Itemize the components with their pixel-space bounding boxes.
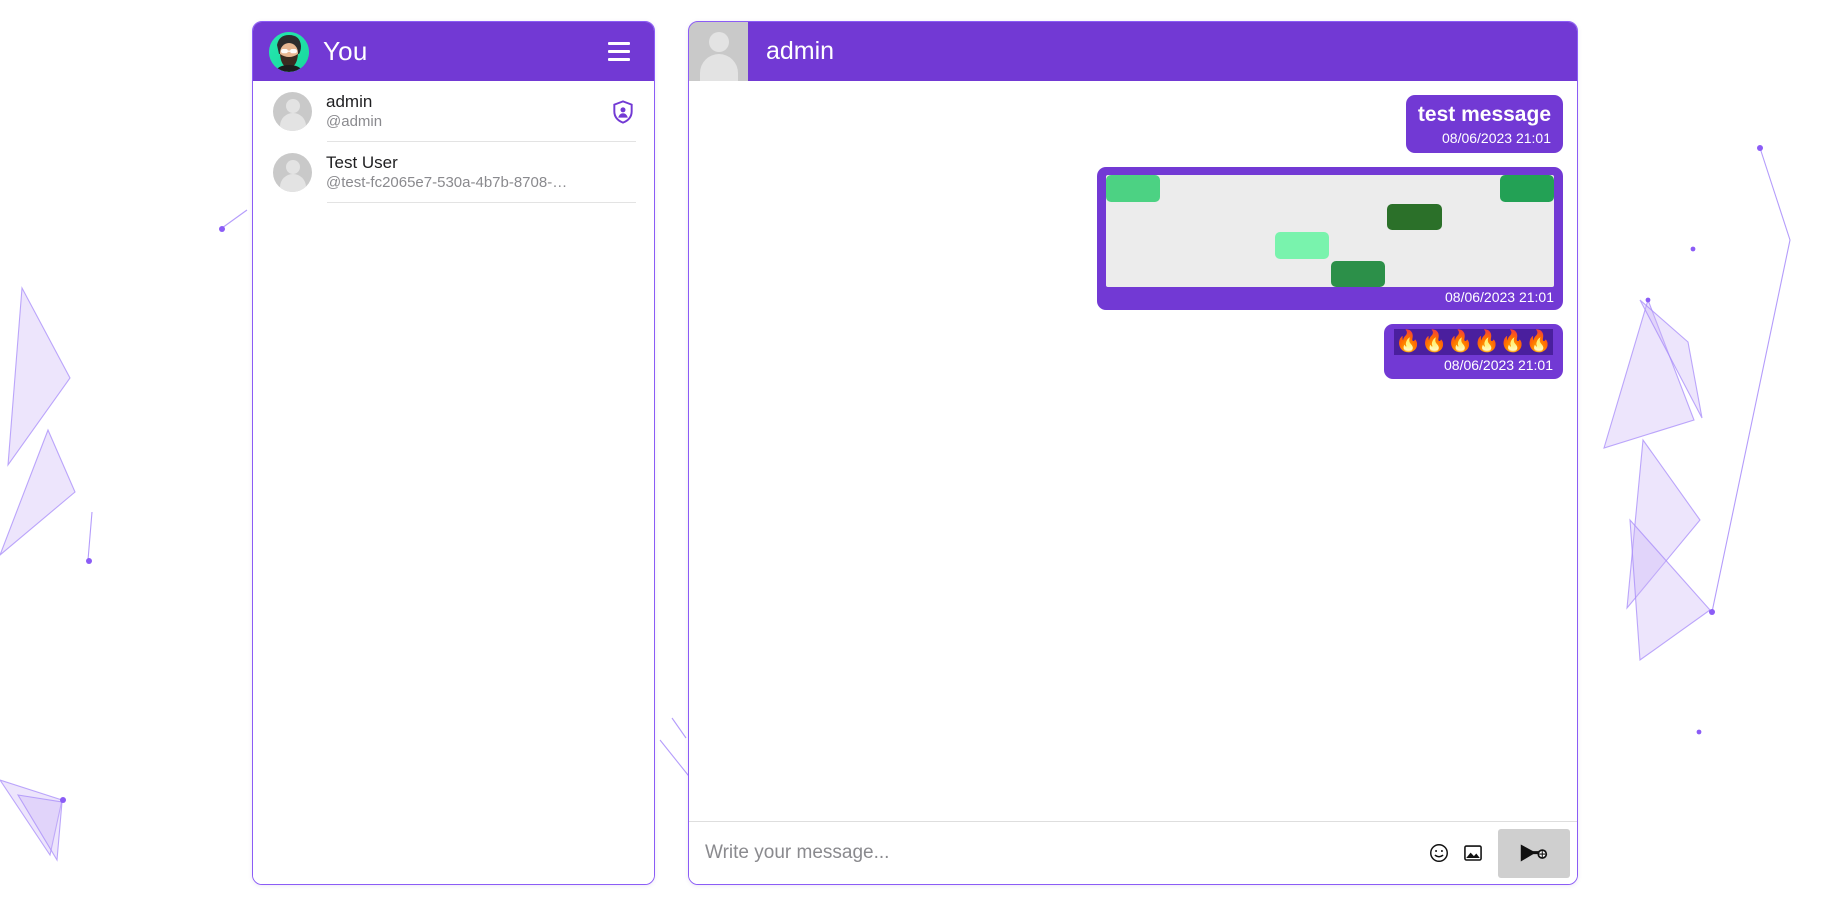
grid-cell (1443, 175, 1498, 202)
message-bubble-image[interactable]: 08/06/2023 21:01 (1097, 167, 1563, 310)
grid-cell (1499, 203, 1554, 230)
grid-cell (1443, 260, 1498, 287)
smiley-face-icon[interactable] (1422, 836, 1456, 870)
message-timestamp: 08/06/2023 21:01 (1445, 289, 1554, 305)
grid-cell (1162, 232, 1217, 259)
message-bubble-emoji[interactable]: 🔥🔥🔥🔥🔥🔥 08/06/2023 21:01 (1384, 324, 1563, 379)
image-attachment-grid[interactable] (1106, 175, 1554, 287)
sidebar-title: You (323, 36, 368, 66)
hamburger-menu-icon[interactable] (604, 37, 634, 67)
app-root: You admin @admin Test User @test-fc2065e… (0, 0, 1827, 903)
grid-cell (1106, 203, 1161, 230)
user-photo-avatar-image (269, 31, 309, 72)
grid-cell (1162, 260, 1217, 287)
grid-cell (1499, 175, 1554, 202)
contact-handle: @test-fc2065e7-530a-4b7b-8708-… (326, 174, 568, 191)
smiley-face-icon-glyph (1430, 844, 1448, 862)
menu-bar (608, 42, 630, 45)
menu-bar (608, 58, 630, 61)
menu-bar (608, 50, 630, 53)
contact-item-admin[interactable]: admin @admin (253, 81, 654, 142)
image-picture-icon[interactable] (1456, 836, 1490, 870)
grid-cell (1274, 203, 1329, 230)
message-row: test message 08/06/2023 21:01 (703, 95, 1563, 153)
send-paper-plane-icon (1520, 844, 1548, 862)
grid-cell (1331, 175, 1386, 202)
grid-cell (1331, 203, 1386, 230)
grid-cell (1274, 260, 1329, 287)
grid-cell (1162, 175, 1217, 202)
grid-cell (1106, 232, 1161, 259)
grid-cell (1331, 232, 1386, 259)
contact-item-test-user[interactable]: Test User @test-fc2065e7-530a-4b7b-8708-… (253, 142, 654, 203)
message-row: 08/06/2023 21:01 (703, 167, 1563, 310)
grid-cell (1499, 260, 1554, 287)
contact-handle: @admin (326, 113, 383, 130)
default-avatar (273, 92, 312, 131)
list-divider (327, 202, 636, 203)
shield-person-icon-glyph (613, 99, 633, 124)
grid-cell (1162, 203, 1217, 230)
user-photo-avatar[interactable] (269, 31, 309, 72)
grid-cell (1387, 203, 1442, 230)
grid-cell (1274, 232, 1329, 259)
message-row: 🔥🔥🔥🔥🔥🔥 08/06/2023 21:01 (703, 324, 1563, 379)
grid-cell (1499, 232, 1554, 259)
send-button[interactable] (1498, 828, 1570, 878)
chat-title: admin (766, 37, 835, 65)
image-picture-icon-glyph (1464, 845, 1482, 861)
grid-cell (1387, 232, 1442, 259)
chat-panel: admin test message 08/06/2023 21:01 08/0… (688, 21, 1578, 885)
grid-cell (1387, 175, 1442, 202)
grid-cell (1218, 232, 1273, 259)
contact-name: admin (326, 92, 373, 111)
grid-cell (1106, 175, 1161, 202)
message-bubble-text[interactable]: test message 08/06/2023 21:01 (1405, 95, 1563, 153)
message-composer (689, 821, 1577, 884)
message-input[interactable] (703, 822, 1422, 884)
contact-text-block: Test User @test-fc2065e7-530a-4b7b-8708-… (326, 152, 636, 193)
message-emoji-text: 🔥🔥🔥🔥🔥🔥 (1394, 329, 1553, 355)
chat-header: admin (689, 22, 1577, 81)
default-avatar (273, 153, 312, 192)
message-timestamp: 08/06/2023 21:01 (1442, 130, 1551, 146)
grid-cell (1274, 175, 1329, 202)
grid-cell (1387, 260, 1442, 287)
contact-text-block: admin @admin (326, 91, 604, 132)
sidebar-header: You (253, 22, 654, 81)
messages-area: test message 08/06/2023 21:01 08/06/2023… (689, 81, 1577, 821)
grid-cell (1106, 260, 1161, 287)
sidebar-panel: You admin @admin Test User @test-fc2065e… (252, 21, 655, 885)
grid-cell (1443, 232, 1498, 259)
contact-name: Test User (326, 153, 398, 172)
grid-cell (1331, 260, 1386, 287)
grid-cell (1218, 260, 1273, 287)
grid-cell (1218, 203, 1273, 230)
grid-cell (1218, 175, 1273, 202)
message-timestamp: 08/06/2023 21:01 (1444, 357, 1553, 373)
message-text: test message (1417, 103, 1551, 126)
contact-list: admin @admin Test User @test-fc2065e7-53 (253, 81, 654, 884)
default-avatar[interactable] (689, 22, 748, 81)
grid-cell (1443, 203, 1498, 230)
shield-person-icon[interactable] (610, 99, 636, 125)
